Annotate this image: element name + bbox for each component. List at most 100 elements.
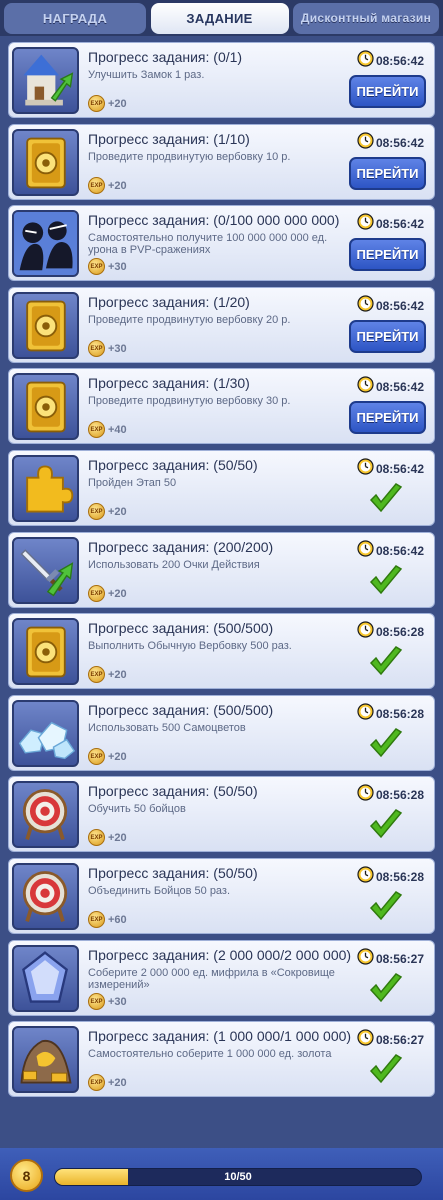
task-progress-title: Прогресс задания: (50/50): [88, 457, 258, 473]
task-card: Прогресс задания: (500/500) Использовать…: [8, 695, 435, 771]
recruit-card-icon: [12, 129, 79, 196]
task-card: Прогресс задания: (500/500) Выполнить Об…: [8, 613, 435, 689]
exp-reward: EXP +20: [88, 666, 127, 683]
exp-value: +20: [108, 179, 127, 192]
task-card: Прогресс задания: (0/1) Улучшить Замок 1…: [8, 42, 435, 118]
task-progress-title: Прогресс задания: (1/30): [88, 375, 250, 391]
exp-coin-icon: EXP: [88, 829, 105, 846]
clock-icon: [357, 540, 374, 562]
timer-text: 08:56:42: [375, 299, 424, 313]
task-progress-title: Прогресс задания: (0/1): [88, 49, 243, 65]
exp-reward: EXP +20: [88, 829, 127, 846]
clock-icon: [357, 1029, 374, 1051]
sword-upgrade-icon: [12, 537, 79, 604]
task-progress-title: Прогресс задания: (1/10): [88, 131, 250, 147]
task-card: Прогресс задания: (1/20) Проведите продв…: [8, 287, 435, 363]
task-timer: 08:56:28: [357, 784, 424, 806]
clock-icon: [357, 784, 374, 806]
task-progress-title: Прогресс задания: (500/500): [88, 620, 274, 636]
go-button[interactable]: ПЕРЕЙТИ: [349, 75, 426, 108]
task-timer: 08:56:28: [357, 703, 424, 725]
mithril-crystal-icon: [12, 945, 79, 1012]
task-progress-title: Прогресс задания: (1/20): [88, 294, 250, 310]
tab-bar: НАГРАДА ЗАДАНИЕ Дисконтный магазин: [0, 0, 443, 36]
timer-text: 08:56:42: [375, 380, 424, 394]
exp-reward: EXP +20: [88, 503, 127, 520]
castle-upgrade-icon: [12, 47, 79, 114]
progress-text: 10/50: [224, 1171, 252, 1183]
exp-reward: EXP +20: [88, 585, 127, 602]
exp-value: +30: [108, 995, 127, 1008]
exp-reward: EXP +20: [88, 1074, 127, 1091]
task-timer: 08:56:28: [357, 621, 424, 643]
task-timer: 08:56:42: [357, 295, 424, 317]
exp-value: +30: [108, 260, 127, 273]
task-progress-title: Прогресс задания: (1 000 000/1 000 000): [88, 1028, 352, 1044]
timer-text: 08:56:42: [375, 136, 424, 150]
go-button[interactable]: ПЕРЕЙТИ: [349, 401, 426, 434]
exp-value: +20: [108, 97, 127, 110]
clock-icon: [357, 621, 374, 643]
go-button[interactable]: ПЕРЕЙТИ: [349, 320, 426, 353]
task-progress-title: Прогресс задания: (50/50): [88, 865, 258, 881]
timer-text: 08:56:27: [375, 1033, 424, 1047]
task-description: Объединить Бойцов 50 раз.: [88, 885, 231, 897]
exp-coin-icon: EXP: [88, 95, 105, 112]
tab-tasks[interactable]: ЗАДАНИЕ: [150, 2, 289, 34]
exp-value: +20: [108, 750, 127, 763]
clock-icon: [357, 295, 374, 317]
task-timer: 08:56:42: [357, 376, 424, 398]
task-description: Проведите продвинутую вербовку 30 р.: [88, 395, 291, 407]
clock-icon: [357, 376, 374, 398]
task-timer: 08:56:42: [357, 540, 424, 562]
target-icon: [12, 863, 79, 930]
task-card: Прогресс задания: (0/100 000 000 000) Са…: [8, 205, 435, 281]
task-timer: 08:56:42: [357, 213, 424, 235]
timer-text: 08:56:28: [375, 625, 424, 639]
exp-value: +20: [108, 505, 127, 518]
exp-value: +30: [108, 342, 127, 355]
task-progress-title: Прогресс задания: (500/500): [88, 702, 274, 718]
puzzle-piece-icon: [12, 455, 79, 522]
clock-icon: [357, 213, 374, 235]
tab-discount-shop[interactable]: Дисконтный магазин: [293, 2, 439, 34]
exp-coin-icon: EXP: [88, 340, 105, 357]
task-description: Проведите продвинутую вербовку 10 р.: [88, 151, 291, 163]
exp-value: +20: [108, 668, 127, 681]
level-badge: 8: [10, 1159, 43, 1192]
recruit-card-icon: [12, 618, 79, 685]
task-description: Использовать 500 Самоцветов: [88, 722, 246, 734]
task-timer: 08:56:42: [357, 132, 424, 154]
exp-coin-icon: EXP: [88, 748, 105, 765]
tab-reward[interactable]: НАГРАДА: [4, 2, 146, 34]
timer-text: 08:56:42: [375, 544, 424, 558]
go-button[interactable]: ПЕРЕЙТИ: [349, 238, 426, 271]
exp-coin-icon: EXP: [88, 421, 105, 438]
exp-value: +60: [108, 913, 127, 926]
exp-coin-icon: EXP: [88, 1074, 105, 1091]
task-timer: 08:56:28: [357, 866, 424, 888]
exp-coin-icon: EXP: [88, 993, 105, 1010]
timer-text: 08:56:27: [375, 952, 424, 966]
exp-value: +20: [108, 587, 127, 600]
task-description: Использовать 200 Очки Действия: [88, 559, 260, 571]
exp-coin-icon: EXP: [88, 503, 105, 520]
progress-bar: 10/50: [54, 1168, 422, 1186]
task-card: Прогресс задания: (1/10) Проведите продв…: [8, 124, 435, 200]
exp-reward: EXP +20: [88, 748, 127, 765]
task-card: Прогресс задания: (1 000 000/1 000 000) …: [8, 1021, 435, 1097]
task-card: Прогресс задания: (200/200) Использовать…: [8, 532, 435, 608]
task-description: Пройден Этап 50: [88, 477, 177, 489]
footer-progress: 8 10/50: [0, 1148, 443, 1200]
task-description: Соберите 2 000 000 ед. мифрила в «Сокров…: [88, 967, 335, 991]
task-description: Самостоятельно соберите 1 000 000 ед. зо…: [88, 1048, 332, 1060]
exp-coin-icon: EXP: [88, 666, 105, 683]
task-timer: 08:56:42: [357, 50, 424, 72]
pvp-fighters-icon: [12, 210, 79, 277]
clock-icon: [357, 948, 374, 970]
clock-icon: [357, 458, 374, 480]
go-button[interactable]: ПЕРЕЙТИ: [349, 157, 426, 190]
clock-icon: [357, 50, 374, 72]
timer-text: 08:56:42: [375, 54, 424, 68]
task-progress-title: Прогресс задания: (200/200): [88, 539, 274, 555]
